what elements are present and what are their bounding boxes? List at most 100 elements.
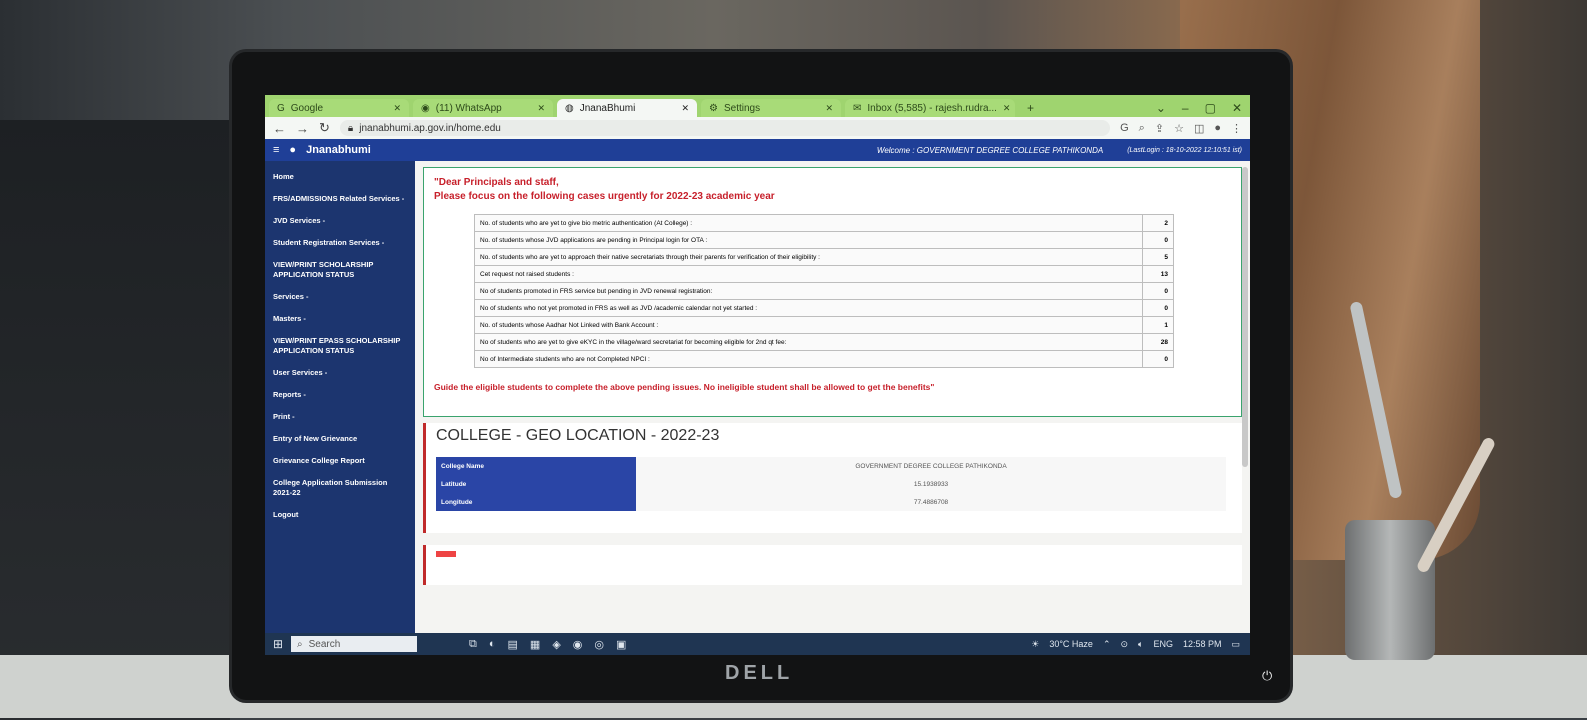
close-icon[interactable]: ✕ (393, 103, 401, 114)
case-count[interactable]: 0 (1142, 282, 1174, 300)
case-count[interactable]: 1 (1142, 316, 1174, 334)
table-row: Latitude 15.1938933 (436, 475, 1226, 493)
sidebar-item-new-grievance[interactable]: Entry of New Grievance (265, 429, 415, 451)
mail-icon: ✉ (853, 102, 862, 114)
sidebar-item-home[interactable]: Home (265, 167, 415, 189)
case-label: No. of students who are yet to approach … (474, 248, 1143, 266)
taskbar-apps: ⧉ ◐ ▤ ▦ ◈ ◉ ◎ ▣ (469, 638, 626, 651)
geo-value: 77.4886708 (636, 493, 1226, 511)
chevron-up-icon[interactable]: ⌃ (1103, 639, 1111, 650)
sidebar-item-jvd-services[interactable]: JVD Services - (265, 211, 415, 233)
sidebar-item-grievance-report[interactable]: Grievance College Report (265, 451, 415, 473)
sidebar-item-student-registration[interactable]: Student Registration Services - (265, 233, 415, 255)
geo-location-title: COLLEGE - GEO LOCATION - 2022-23 (436, 427, 720, 444)
tab-label: Settings (723, 102, 761, 114)
task-view-icon[interactable]: ⧉ (469, 638, 477, 651)
close-icon[interactable]: ✕ (537, 103, 545, 114)
office-icon[interactable]: ◈ (552, 638, 560, 651)
app-icon[interactable]: ▣ (616, 638, 626, 651)
minimize-icon[interactable]: – (1174, 99, 1197, 117)
case-count[interactable]: 13 (1142, 265, 1174, 283)
case-count[interactable]: 2 (1142, 214, 1174, 232)
scrollbar[interactable] (1242, 167, 1248, 467)
tab-label: Inbox (5,585) - rajesh.rudra... (867, 102, 997, 114)
sidebar-item-frs-admissions[interactable]: FRS/ADMISSIONS Related Services - (265, 189, 415, 211)
pending-cases-table: No. of students who are yet to give bio … (474, 214, 1174, 368)
profile-icon[interactable]: ● (1214, 122, 1221, 135)
close-icon[interactable]: ✕ (825, 103, 833, 114)
url-field[interactable]: 🔒︎ jnanabhumi.ap.gov.in/home.edu (339, 120, 1111, 136)
sidebar-item-reports[interactable]: Reports - (265, 385, 415, 407)
sidebar-item-print[interactable]: Print - (265, 407, 415, 429)
url-text: jnanabhumi.ap.gov.in/home.edu (359, 122, 501, 134)
app-logo[interactable]: Jnanabhumi (306, 144, 371, 156)
zoom-icon[interactable]: ⌕ (1139, 122, 1145, 135)
forward-icon[interactable]: → (296, 121, 309, 136)
hamburger-icon[interactable]: ≡ (273, 144, 279, 156)
sidebar-item-services[interactable]: Services - (265, 287, 415, 309)
sidebar-item-logout[interactable]: Logout (265, 505, 415, 527)
chrome-icon[interactable]: ◉ (573, 638, 583, 651)
sidebar-item-application-submission[interactable]: College Application Submission 2021-22 (265, 473, 415, 505)
case-label: No of students who are yet to give eKYC … (474, 333, 1143, 351)
tab-whatsapp[interactable]: ◉ (11) WhatsApp ✕ (413, 99, 553, 117)
system-tray: ☀ 30°C Haze ⌃ ⊙ 🔈︎ ENG 12:58 PM ▭ (1031, 639, 1250, 650)
speaker-icon[interactable]: 🔈︎ (1138, 639, 1143, 650)
file-explorer-icon[interactable]: ▤ (508, 638, 518, 651)
clock[interactable]: 12:58 PM (1183, 639, 1222, 649)
geo-key: College Name (436, 457, 636, 475)
whatsapp-icon: ◉ (421, 102, 430, 114)
toolbar-icons: G ⌕ ⇪ ☆ ◫ ● ⋮ (1120, 122, 1242, 135)
edge-icon[interactable]: ◐ (489, 638, 496, 651)
star-icon[interactable]: ☆ (1174, 122, 1184, 135)
tab-jnanabhumi[interactable]: ◍ JnanaBhumi ✕ (557, 99, 697, 117)
taskbar-search[interactable]: ⌕ Search (291, 636, 417, 652)
case-count[interactable]: 0 (1142, 299, 1174, 317)
case-count[interactable]: 0 (1142, 231, 1174, 249)
geo-value: 15.1938933 (636, 475, 1226, 493)
lock-icon: 🔒︎ (347, 122, 354, 134)
tab-inbox[interactable]: ✉ Inbox (5,585) - rajesh.rudra... ✕ (845, 99, 1015, 117)
case-count[interactable]: 28 (1142, 333, 1174, 351)
new-tab-button[interactable]: + (1019, 99, 1042, 117)
network-icon[interactable]: ⊙ (1120, 639, 1128, 650)
last-login-text: (LastLogin : 18-10-2022 12:10:51 ist) (1127, 146, 1242, 154)
weather-text[interactable]: 30°C Haze (1049, 639, 1093, 649)
language-indicator[interactable]: ENG (1153, 639, 1173, 649)
case-count[interactable]: 5 (1142, 248, 1174, 266)
notice-heading: Please focus on the following cases urge… (434, 191, 775, 202)
tab-settings[interactable]: ⚙ Settings ✕ (701, 99, 841, 117)
close-icon[interactable]: ✕ (681, 103, 689, 114)
share-icon[interactable]: ⇪ (1155, 122, 1164, 135)
sidebar-item-user-services[interactable]: User Services - (265, 363, 415, 385)
card-badge (436, 551, 456, 557)
menu-icon[interactable]: ⋮ (1231, 122, 1242, 135)
google-icon[interactable]: G (1120, 122, 1129, 135)
table-row: No of students who not yet promoted in F… (474, 299, 1174, 317)
sidepanel-icon[interactable]: ◫ (1194, 122, 1204, 135)
main-content: "Dear Principals and staff, Please focus… (415, 161, 1250, 633)
reload-icon[interactable]: ↻ (319, 120, 330, 136)
case-count[interactable]: 0 (1142, 350, 1174, 368)
sidebar-item-masters[interactable]: Masters - (265, 309, 415, 331)
power-icon[interactable]: ⏻ (1262, 668, 1272, 684)
geo-location-card: COLLEGE - GEO LOCATION - 2022-23 College… (423, 423, 1242, 533)
case-label: No of Intermediate students who are not … (474, 350, 1143, 368)
close-icon[interactable]: ✕ (1003, 103, 1011, 114)
close-window-icon[interactable]: ✕ (1224, 99, 1250, 117)
windows-start-icon[interactable]: ⊞ (265, 637, 291, 651)
tab-label: JnanaBhumi (579, 102, 636, 114)
maximize-icon[interactable]: ▢ (1197, 99, 1224, 117)
sidebar-item-scholarship-status[interactable]: VIEW/PRINT SCHOLARSHIP APPLICATION STATU… (265, 255, 415, 287)
case-label: No of students promoted in FRS service b… (474, 282, 1143, 300)
notification-icon[interactable]: ▭ (1231, 639, 1240, 650)
back-icon[interactable]: ← (273, 121, 286, 136)
app-header: ≡ ● Jnanabhumi Welcome : GOVERNMENT DEGR… (265, 139, 1250, 161)
sidebar-item-epass-status[interactable]: VIEW/PRINT EPASS SCHOLARSHIP APPLICATION… (265, 331, 415, 363)
geo-key: Latitude (436, 475, 636, 493)
address-bar: ← → ↻ 🔒︎ jnanabhumi.ap.gov.in/home.edu G… (265, 117, 1250, 139)
whatsapp-app-icon[interactable]: ◎ (594, 638, 604, 651)
tab-google[interactable]: G Google ✕ (269, 99, 409, 117)
store-icon[interactable]: ▦ (530, 638, 540, 651)
chevron-down-icon[interactable]: ⌄ (1148, 99, 1174, 117)
